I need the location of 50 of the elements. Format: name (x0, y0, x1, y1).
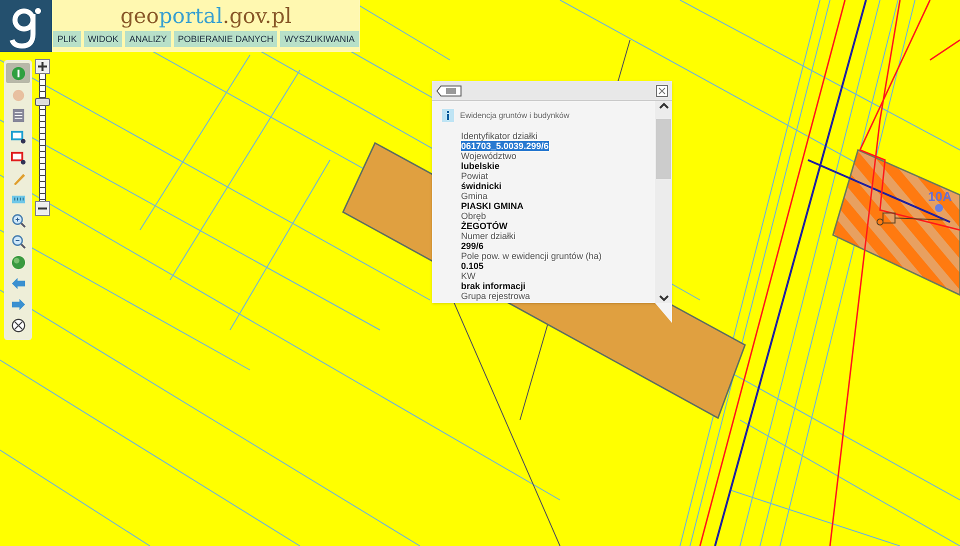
field-value: brak informacji (461, 281, 526, 291)
field-label: Powiat (461, 171, 490, 181)
field-value: 0.105 (461, 261, 484, 271)
crosshair-icon (10, 318, 26, 332)
field-value: PIASKI GMINA (461, 201, 524, 211)
menu-button[interactable]: ANALIZY (125, 31, 171, 47)
scroll-thumb[interactable] (656, 119, 671, 179)
close-icon[interactable] (656, 84, 668, 96)
list-icon (10, 108, 26, 122)
info-icon (10, 66, 26, 80)
select-rectangle-icon (10, 128, 26, 144)
arrow-right-icon (10, 296, 26, 312)
field-value: 299/6 (461, 241, 484, 251)
address-point-icon (935, 204, 943, 212)
field-value: ŻEGOTÓW (461, 221, 508, 231)
minus-icon (38, 207, 47, 210)
zoom-slider-thumb[interactable] (35, 98, 50, 106)
field-value: świdnicki (461, 181, 502, 191)
arrow-left-icon (10, 276, 26, 290)
info-icon (442, 109, 454, 122)
field-label: Gmina (461, 191, 489, 201)
plus-icon (38, 62, 47, 71)
building-drawing (876, 212, 946, 226)
site-logo-text: geoportal.gov.pl (120, 3, 292, 30)
scroll-down-icon[interactable] (658, 293, 670, 303)
zoom-in-icon (10, 212, 26, 228)
select-rectangle-icon (10, 150, 26, 164)
logo-icon (0, 0, 52, 52)
address-label: 10A (928, 190, 952, 203)
field-value: lubelskie (461, 161, 500, 171)
menu-button[interactable]: WIDOK (84, 31, 122, 47)
menu-button[interactable]: POBIERANIE DANYCH (174, 31, 278, 47)
globe-icon (10, 254, 26, 270)
back-list-icon[interactable] (436, 84, 462, 96)
field-label: Identyfikator działki (461, 131, 539, 141)
field-label: KW (461, 271, 476, 281)
menu-button[interactable]: PLIK (53, 31, 81, 47)
menu-button[interactable]: WYSZUKIWANIA (280, 31, 359, 47)
layer-title: Ewidencja gruntów i budynków (460, 110, 570, 122)
field-label: Województwo (461, 151, 518, 161)
zoom-slider[interactable] (34, 59, 51, 216)
zoom-out-icon (10, 234, 26, 248)
field-label: Obręb (461, 211, 488, 221)
field-label: Numer działki (461, 231, 517, 241)
field-value: 061703_5.0039.299/6 (461, 141, 549, 151)
zoom-out-button[interactable] (35, 201, 50, 216)
field-label: Pole pow. w ewidencji gruntów (ha) (461, 251, 603, 261)
field-label: Grupa rejestrowa (461, 291, 532, 301)
scroll-up-icon[interactable] (658, 101, 670, 111)
zoom-in-button[interactable] (35, 59, 50, 74)
